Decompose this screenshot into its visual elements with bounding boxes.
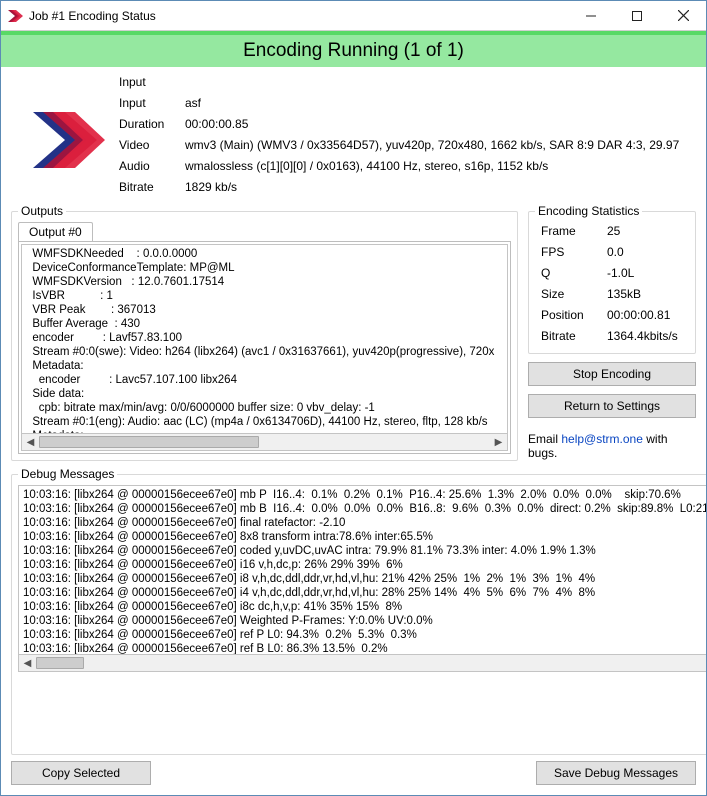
- stats-group: Encoding Statistics Frame 25 FPS 0.0 Q -…: [528, 204, 696, 354]
- label-video: Video: [119, 138, 179, 152]
- outputs-legend: Outputs: [18, 204, 66, 218]
- output-textarea[interactable]: WMFSDKNeeded : 0.0.0.0000 DeviceConforma…: [21, 244, 508, 434]
- minimize-button[interactable]: [568, 1, 614, 30]
- tab-output-0[interactable]: Output #0: [18, 222, 93, 241]
- value-frame: 25: [607, 224, 685, 238]
- debug-horiz-scrollbar[interactable]: ◀ ▶: [18, 655, 706, 672]
- maximize-button[interactable]: [614, 1, 660, 30]
- label-size: Size: [541, 287, 601, 301]
- label-audio: Audio: [119, 159, 179, 173]
- value-size: 135kB: [607, 287, 685, 301]
- outputs-group: Outputs Output #0 WMFSDKNeeded : 0.0.0.0…: [11, 204, 518, 461]
- scroll-left-icon[interactable]: ◀: [19, 655, 36, 671]
- label-bitrate: Bitrate: [119, 180, 179, 194]
- label-duration: Duration: [119, 117, 179, 131]
- app-icon: [7, 8, 23, 24]
- app-window: Job #1 Encoding Status Encoding Running …: [0, 0, 707, 796]
- value-audio: wmalossless (c[1][0][0] / 0x0163), 44100…: [185, 159, 682, 173]
- window-title: Job #1 Encoding Status: [29, 9, 568, 23]
- label-position: Position: [541, 308, 601, 322]
- label-stats-bitrate: Bitrate: [541, 329, 601, 343]
- close-button[interactable]: [660, 1, 706, 30]
- value-position: 00:00:00.81: [607, 308, 685, 322]
- label-fps: FPS: [541, 245, 601, 259]
- input-section: Input Input asf Duration 00:00:00.85 Vid…: [11, 71, 696, 198]
- encoding-status-headline: Encoding Running (1 of 1): [1, 35, 706, 67]
- value-video: wmv3 (Main) (WMV3 / 0x33564D57), yuv420p…: [185, 138, 682, 152]
- input-header: Input: [119, 75, 682, 89]
- stats-legend: Encoding Statistics: [535, 204, 642, 218]
- label-q: Q: [541, 266, 601, 280]
- output-horiz-scrollbar[interactable]: ◀ ▶: [21, 434, 508, 451]
- app-logo: [25, 73, 105, 194]
- debug-legend: Debug Messages: [18, 467, 117, 481]
- debug-textarea[interactable]: 10:03:16: [libx264 @ 00000156ecee67e0] m…: [18, 485, 706, 655]
- help-email-link[interactable]: help@strm.one: [561, 432, 643, 446]
- return-settings-button[interactable]: Return to Settings: [528, 394, 696, 418]
- value-stats-bitrate: 1364.4kbits/s: [607, 329, 685, 343]
- label-frame: Frame: [541, 224, 601, 238]
- scroll-left-icon[interactable]: ◀: [22, 434, 39, 450]
- title-bar[interactable]: Job #1 Encoding Status: [1, 1, 706, 31]
- debug-group: Debug Messages 10:03:16: [libx264 @ 0000…: [11, 467, 706, 755]
- save-debug-button[interactable]: Save Debug Messages: [536, 761, 696, 785]
- value-duration: 00:00:00.85: [185, 117, 682, 131]
- copy-selected-button[interactable]: Copy Selected: [11, 761, 151, 785]
- value-q: -1.0L: [607, 266, 685, 280]
- help-text: Email help@strm.one with bugs.: [528, 432, 696, 460]
- stop-encoding-button[interactable]: Stop Encoding: [528, 362, 696, 386]
- value-bitrate: 1829 kb/s: [185, 180, 682, 194]
- value-input: asf: [185, 96, 682, 110]
- scroll-right-icon[interactable]: ▶: [490, 434, 507, 450]
- value-fps: 0.0: [607, 245, 685, 259]
- label-input: Input: [119, 96, 179, 110]
